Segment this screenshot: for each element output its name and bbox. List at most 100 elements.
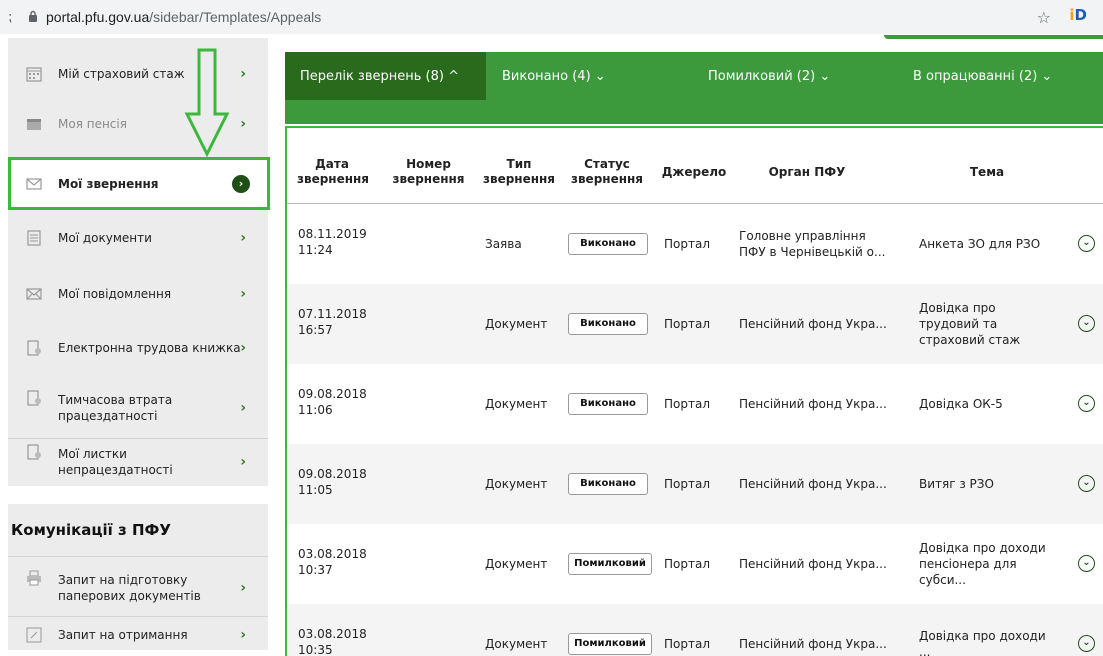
status-badge: Виконано bbox=[568, 393, 648, 415]
organ-cell: Головне управління ПФУ в Чернівецькій о.… bbox=[739, 229, 886, 259]
tab-label: Виконано (4) ⌄ bbox=[502, 68, 606, 84]
sidebar-item-label: Тимчасова втрата працездатності bbox=[58, 393, 173, 423]
tabs-underbar bbox=[285, 100, 1103, 124]
sidebar-item-label: Електронна трудова книжка bbox=[58, 341, 241, 355]
status-badge: Виконано bbox=[568, 473, 648, 495]
chevron-down-circle-icon[interactable]: ⌄ bbox=[1078, 235, 1095, 252]
highlight-box bbox=[8, 157, 270, 210]
col-header-number: Номер звернення bbox=[392, 157, 465, 186]
sidebar-item-documents[interactable]: Мої документи › bbox=[8, 218, 268, 258]
profile-id-icon[interactable]: iD bbox=[1069, 6, 1087, 24]
chevron-down-circle-icon[interactable]: ⌄ bbox=[1078, 475, 1095, 492]
sidebar-item-label: Запит на отримання bbox=[58, 628, 188, 642]
edit-icon bbox=[26, 627, 42, 643]
source-cell: Портал bbox=[664, 397, 710, 411]
book-icon bbox=[27, 340, 41, 356]
sidebar-item-messages[interactable]: Мої повідомлення › bbox=[8, 274, 268, 314]
book-icon bbox=[27, 444, 41, 460]
sidebar-item-temporary-disability[interactable]: Тимчасова втрата працездатності › bbox=[8, 386, 268, 430]
organ-cell: Пенсійний фонд Укра... bbox=[739, 317, 887, 331]
source-cell: Портал bbox=[664, 557, 710, 571]
top-accent-line bbox=[884, 35, 1103, 39]
book-icon bbox=[27, 390, 41, 406]
table-row[interactable]: 07.11.2018 16:57 Документ Виконано Портал Пен… bbox=[287, 284, 1103, 364]
chevron-right-icon: › bbox=[240, 400, 246, 416]
chevron-right-icon: › bbox=[240, 454, 246, 470]
time-cell: 16:57 bbox=[298, 323, 333, 337]
sidebar-item-label: Моя пенсія bbox=[58, 117, 127, 131]
type-cell: Документ bbox=[485, 557, 548, 571]
sidebar-item-sick-leave[interactable]: Мої листки непрацездатності › bbox=[8, 440, 268, 484]
chevron-down-circle-icon[interactable]: ⌄ bbox=[1078, 635, 1095, 652]
table-header: Дата звернення Номер звернення Тип зверн… bbox=[287, 128, 1103, 204]
tab-label: Помилковий (2) ⌄ bbox=[708, 68, 831, 84]
col-header-source: Джерело bbox=[661, 165, 727, 179]
time-cell: 10:37 bbox=[298, 563, 333, 577]
time-cell: 10:35 bbox=[298, 643, 333, 656]
sidebar-item-label: Мої повідомлення bbox=[58, 287, 172, 301]
status-badge: Помилковий bbox=[568, 553, 652, 575]
col-header-status: Статус звернення bbox=[570, 157, 643, 186]
tab-completed[interactable]: Виконано (4) ⌄ bbox=[502, 52, 642, 100]
divider bbox=[8, 556, 268, 557]
source-cell: Портал bbox=[664, 317, 710, 331]
status-badge: Виконано bbox=[568, 233, 648, 255]
tab-label: Перелік звернень (8) ^ bbox=[300, 68, 459, 84]
date-cell: 09.08.2018 bbox=[298, 387, 367, 401]
chevron-right-icon: › bbox=[240, 286, 246, 302]
topic-cell: Витяг з РЗО bbox=[919, 477, 994, 491]
sidebar-item-paper-docs-request[interactable]: Запит на підготовку паперових документів… bbox=[8, 566, 268, 610]
chevron-right-icon: › bbox=[240, 230, 246, 246]
envelope-icon bbox=[26, 288, 42, 300]
sidebar-item-label: Мої листки непрацездатності bbox=[58, 447, 173, 477]
source-cell: Портал bbox=[664, 477, 710, 491]
time-cell: 11:24 bbox=[298, 243, 333, 257]
date-cell: 08.11.2019 bbox=[298, 227, 367, 241]
topic-cell: Анкета ЗО для РЗО bbox=[919, 237, 1041, 251]
chevron-right-icon: › bbox=[240, 340, 246, 356]
organ-cell: Пенсійний фонд Укра... bbox=[739, 397, 887, 411]
time-cell: 11:06 bbox=[298, 403, 333, 417]
status-badge: Помилковий bbox=[568, 633, 652, 655]
url-path: /sidebar/Templates/Appeals bbox=[149, 9, 322, 25]
source-cell: Портал bbox=[664, 237, 710, 251]
time-cell: 11:05 bbox=[298, 483, 333, 497]
sidebar-item-label: Мої документи bbox=[58, 231, 152, 245]
topic-cell: Довідка про трудовий та страховий стаж bbox=[919, 301, 1021, 347]
col-header-organ: Орган ПФУ bbox=[768, 165, 846, 179]
tab-erroneous[interactable]: Помилковий (2) ⌄ bbox=[708, 52, 858, 100]
sidebar-item-label: Запит на підготовку паперових документів bbox=[58, 573, 201, 603]
divider bbox=[8, 616, 268, 617]
table-row[interactable]: 03.08.2018 10:35 Документ Помилковий Портал П… bbox=[287, 604, 1103, 656]
chevron-right-icon: › bbox=[240, 116, 246, 132]
document-icon bbox=[27, 230, 41, 246]
chevron-down-circle-icon[interactable]: ⌄ bbox=[1078, 555, 1095, 572]
col-header-type: Тип звернення bbox=[483, 157, 556, 186]
table-row[interactable]: 09.08.2018 11:06 Документ Виконано Портал Пен… bbox=[287, 364, 1103, 444]
wallet-icon bbox=[27, 119, 41, 130]
chevron-down-circle-icon[interactable]: ⌄ bbox=[1078, 315, 1095, 332]
url-field[interactable]: portal.pfu.gov.ua/sidebar/Templates/Appe… bbox=[46, 9, 321, 25]
tab-all-appeals[interactable]: Перелік звернень (8) ^ bbox=[285, 52, 486, 100]
table-row[interactable]: 09.08.2018 11:05 Документ Виконано Портал Пен… bbox=[287, 444, 1103, 524]
sidebar-item-employment-book[interactable]: Електронна трудова книжка › bbox=[8, 328, 268, 368]
type-cell: Заява bbox=[485, 237, 522, 251]
status-badge: Виконано bbox=[568, 313, 648, 335]
chevron-right-icon: › bbox=[240, 66, 246, 82]
chevron-down-circle-icon[interactable]: ⌄ bbox=[1078, 395, 1095, 412]
bookmark-star-icon[interactable]: ☆ bbox=[1037, 8, 1051, 27]
extension-icon[interactable]: ⁏ bbox=[0, 10, 20, 25]
calendar-icon bbox=[26, 67, 42, 82]
down-arrow-annotation-icon bbox=[184, 48, 230, 158]
lock-icon[interactable] bbox=[20, 10, 46, 25]
sidebar-item-receive-request[interactable]: Запит на отримання › bbox=[8, 620, 268, 650]
type-cell: Документ bbox=[485, 397, 548, 411]
divider bbox=[8, 438, 268, 439]
communications-title: Комунікації з ПФУ bbox=[11, 521, 171, 539]
table-row[interactable]: 08.11.2019 11:24 Заява Виконано Портал Головн… bbox=[287, 204, 1103, 284]
organ-cell: Пенсійний фонд Укра... bbox=[739, 477, 887, 491]
organ-cell: Пенсійний фонд Укра... bbox=[739, 557, 887, 571]
tab-in-processing[interactable]: В опрацюванні (2) ⌄ bbox=[913, 52, 1093, 100]
appeals-tabs: Перелік звернень (8) ^ Виконано (4) ⌄ По… bbox=[285, 52, 1103, 100]
table-row[interactable]: 03.08.2018 10:37 Документ Помилковий Портал П… bbox=[287, 524, 1103, 604]
